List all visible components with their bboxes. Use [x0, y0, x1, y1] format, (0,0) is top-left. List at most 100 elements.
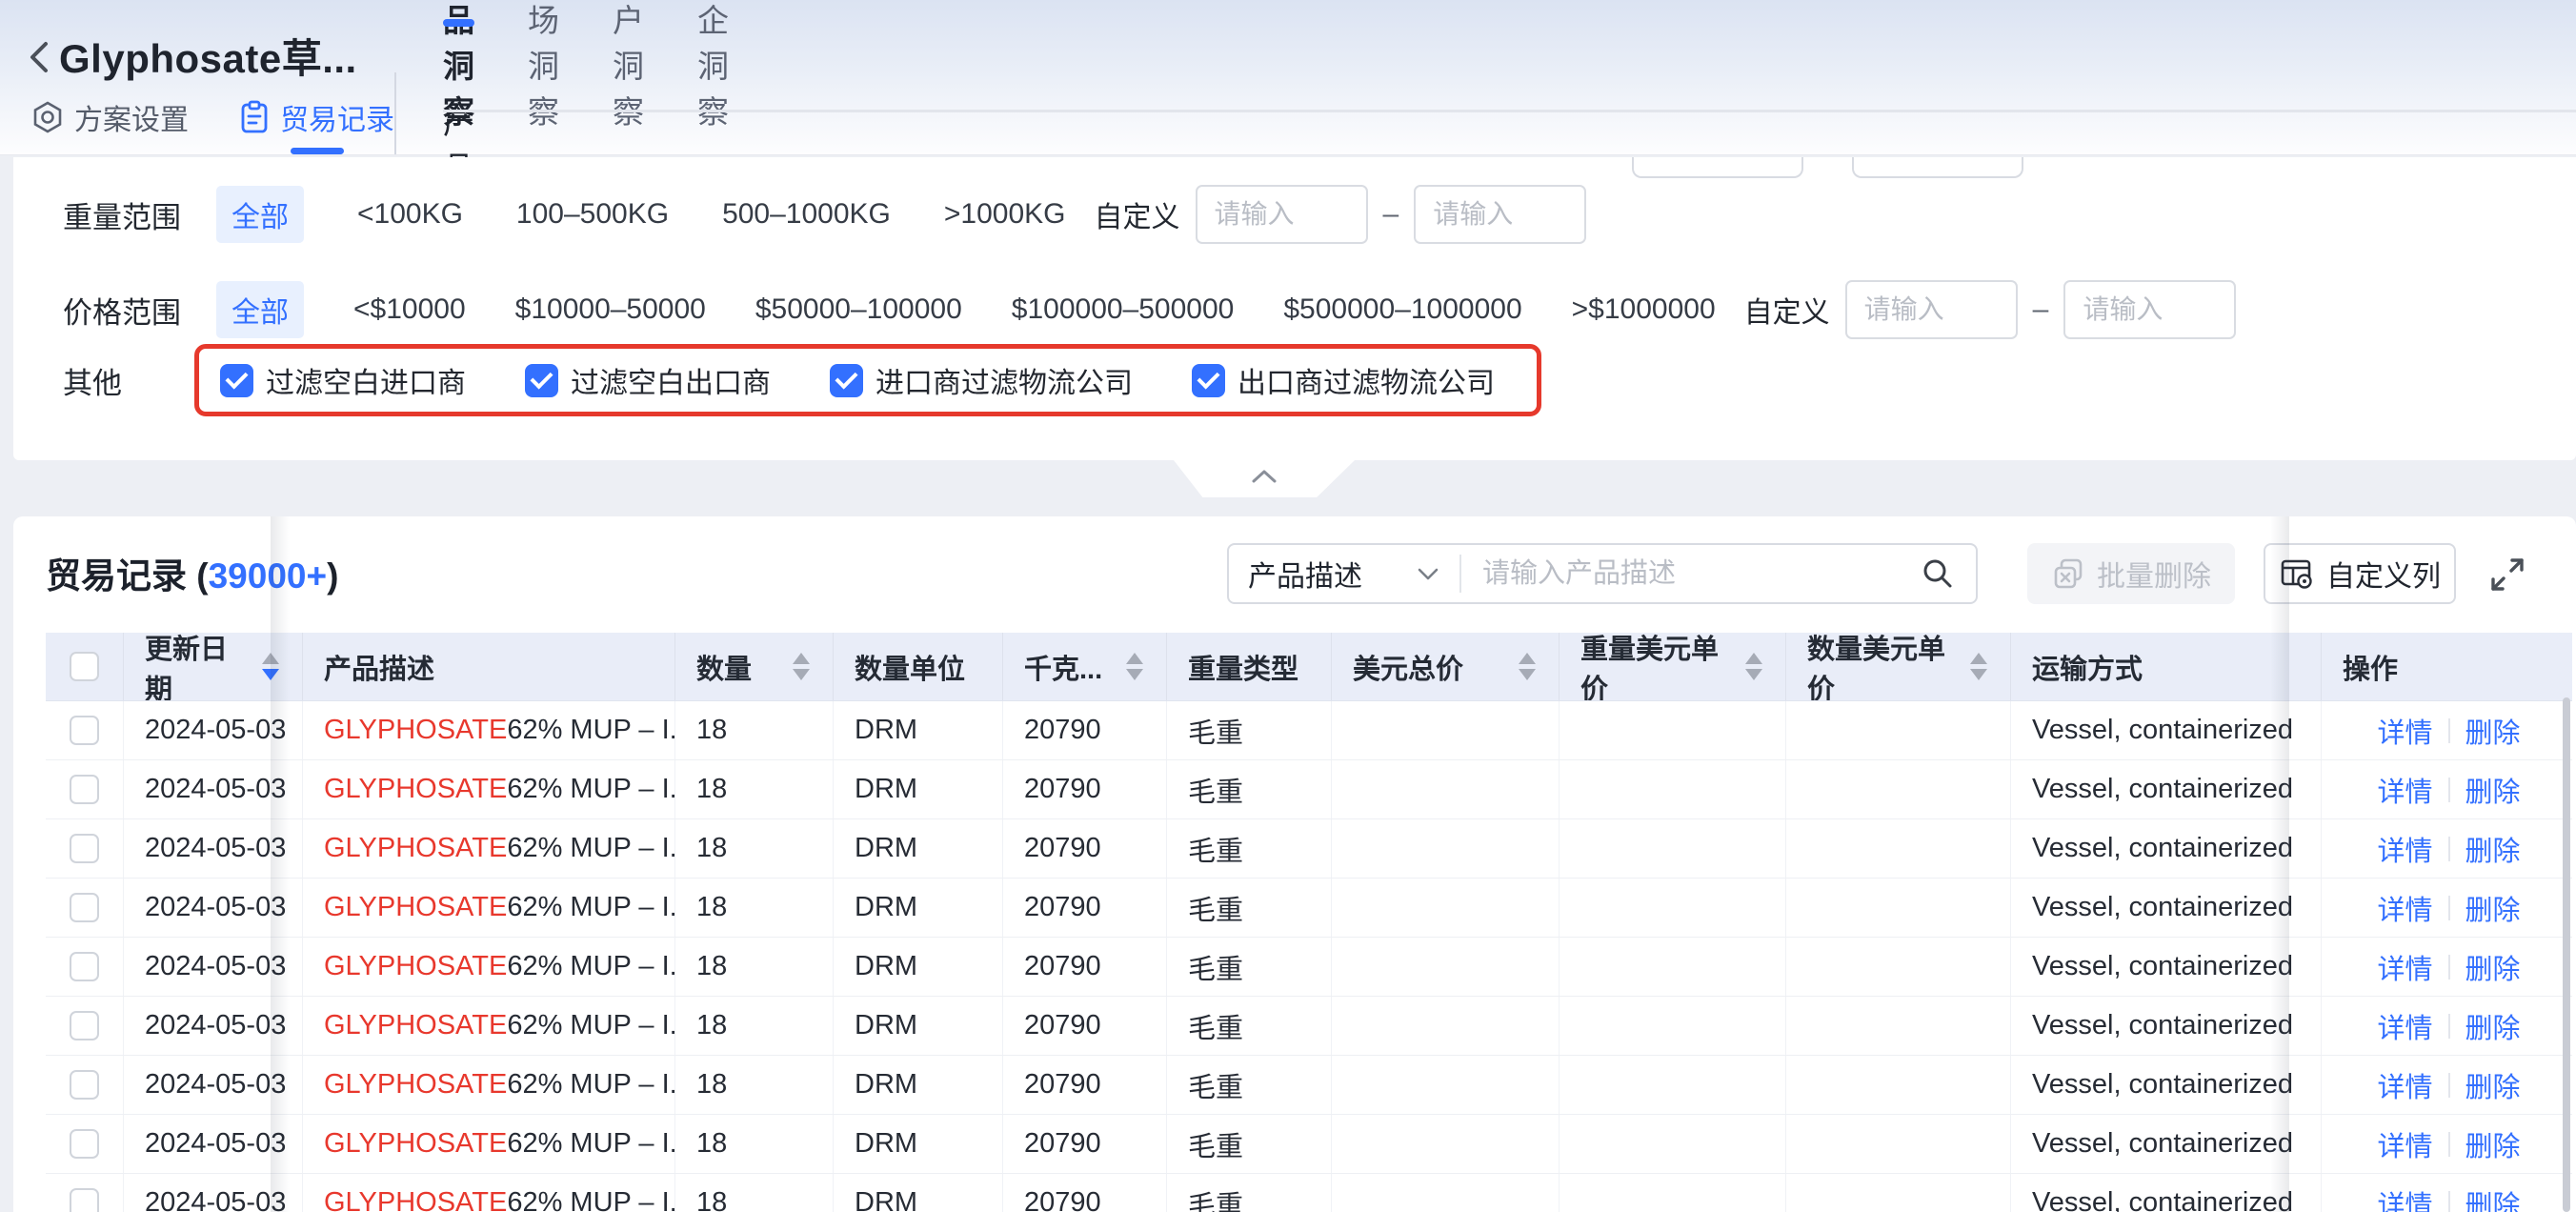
sort-icon[interactable]: [783, 653, 810, 680]
checkbox-checked-icon[interactable]: [525, 364, 558, 397]
price-max-input[interactable]: [2063, 280, 2236, 339]
filter-option[interactable]: >1000KG: [944, 198, 1066, 231]
delete-link[interactable]: 删除: [2465, 888, 2521, 928]
filter-option[interactable]: 100–500KG: [516, 198, 669, 231]
cell-product-description: GLYPHOSATE 62% MUP – I...: [303, 938, 675, 996]
row-checkbox-cell: [46, 1115, 124, 1173]
detail-link[interactable]: 详情: [2377, 1183, 2432, 1212]
search-icon[interactable]: [1921, 556, 1976, 591]
select-all-checkbox[interactable]: [70, 652, 99, 681]
filter-option[interactable]: <100KG: [357, 198, 463, 231]
cell-product-description: GLYPHOSATE 62% MUP – I...: [303, 760, 675, 818]
weight-min-input[interactable]: [1196, 185, 1368, 244]
delete-link[interactable]: 删除: [2465, 1065, 2521, 1105]
row-checkbox[interactable]: [70, 1011, 99, 1040]
cell-usd-price-per-qty: [1786, 879, 2011, 937]
cell-update-date: 2024-05-03: [124, 701, 303, 759]
weight-custom-label[interactable]: 自定义: [1095, 193, 1180, 235]
filter-checkbox-group[interactable]: 过滤空白出口商: [525, 359, 771, 401]
column-header[interactable]: 操作: [2322, 633, 2572, 700]
sort-icon[interactable]: [1736, 653, 1762, 680]
checkbox-checked-icon[interactable]: [220, 364, 253, 397]
detail-link[interactable]: 详情: [2377, 1065, 2432, 1105]
batch-delete-icon: [2051, 556, 2085, 591]
detail-link[interactable]: 详情: [2377, 947, 2432, 987]
cell-usd-price-per-weight: [1560, 997, 1786, 1055]
subtab-scheme-settings[interactable]: 方案设置: [32, 98, 189, 136]
weight-max-input[interactable]: [1414, 185, 1586, 244]
detail-link[interactable]: 详情: [2377, 1006, 2432, 1046]
detail-link[interactable]: 详情: [2377, 888, 2432, 928]
main-tab[interactable]: 市场洞察: [528, 0, 559, 132]
row-checkbox[interactable]: [70, 1188, 99, 1212]
row-checkbox[interactable]: [70, 775, 99, 804]
checkbox-checked-icon[interactable]: [830, 364, 863, 397]
filter-option[interactable]: >$1000000: [1572, 293, 1716, 326]
filter-option[interactable]: 全部: [216, 186, 304, 243]
delete-link[interactable]: 删除: [2465, 829, 2521, 869]
column-header[interactable]: 千克...: [1003, 633, 1167, 700]
filter-option[interactable]: 500–1000KG: [722, 198, 891, 231]
batch-delete-button[interactable]: 批量删除: [2027, 543, 2235, 604]
detail-link[interactable]: 详情: [2377, 770, 2432, 810]
main-tab[interactable]: 客户洞察: [613, 0, 644, 132]
row-checkbox[interactable]: [70, 1129, 99, 1159]
detail-link[interactable]: 详情: [2377, 1124, 2432, 1164]
column-header[interactable]: 产品描述: [303, 633, 675, 700]
cell-transport-mode: Vessel, containerized: [2011, 760, 2322, 818]
search-field-select[interactable]: 产品描述: [1229, 555, 1461, 593]
fullscreen-expand-icon[interactable]: [2487, 555, 2527, 595]
cell-usd-total: [1332, 819, 1560, 878]
row-checkbox[interactable]: [70, 1070, 99, 1100]
delete-link[interactable]: 删除: [2465, 947, 2521, 987]
row-checkbox[interactable]: [70, 834, 99, 863]
filter-checkbox-group[interactable]: 过滤空白进口商: [220, 359, 466, 401]
filter-option[interactable]: <$10000: [353, 293, 466, 326]
column-header[interactable]: 更新日期: [124, 633, 303, 700]
custom-columns-button[interactable]: 自定义列: [2264, 543, 2456, 604]
back-chevron-icon[interactable]: [27, 38, 51, 76]
collapse-panel-tab[interactable]: [1174, 460, 1355, 497]
column-header[interactable]: 数量: [675, 633, 834, 700]
sort-icon[interactable]: [252, 653, 279, 680]
row-checkbox[interactable]: [70, 716, 99, 745]
delete-link[interactable]: 删除: [2465, 1124, 2521, 1164]
sort-icon[interactable]: [1509, 653, 1536, 680]
delete-link[interactable]: 删除: [2465, 1183, 2521, 1212]
column-header[interactable]: 数量美元单价: [1786, 633, 2011, 700]
delete-link[interactable]: 删除: [2465, 1006, 2521, 1046]
column-header[interactable]: 重量美元单价: [1560, 633, 1786, 700]
sort-icon[interactable]: [1961, 653, 1987, 680]
column-header[interactable]: 美元总价: [1332, 633, 1560, 700]
column-header[interactable]: 重量类型: [1167, 633, 1332, 700]
delete-link[interactable]: 删除: [2465, 711, 2521, 751]
detail-link[interactable]: 详情: [2377, 711, 2432, 751]
truncated-control[interactable]: [1852, 157, 2023, 178]
row-checkbox[interactable]: [70, 893, 99, 922]
detail-link[interactable]: 详情: [2377, 829, 2432, 869]
cell-weight-type: 毛重: [1167, 819, 1332, 878]
truncated-control[interactable]: [1632, 157, 1803, 178]
price-min-input[interactable]: [1845, 280, 2018, 339]
sort-icon[interactable]: [1117, 653, 1143, 680]
delete-link[interactable]: 删除: [2465, 770, 2521, 810]
sort-asc-caret: [1745, 653, 1762, 664]
vertical-scrollbar[interactable]: [2563, 697, 2570, 1212]
filter-checkbox-group[interactable]: 出口商过滤物流公司: [1192, 359, 1495, 401]
filter-checkbox-group[interactable]: 进口商过滤物流公司: [830, 359, 1133, 401]
filter-option[interactable]: $100000–500000: [1012, 293, 1235, 326]
subtab-trade-records[interactable]: 贸易记录: [240, 98, 394, 136]
checkbox-checked-icon[interactable]: [1192, 364, 1225, 397]
filter-option[interactable]: $10000–50000: [515, 293, 706, 326]
filter-option[interactable]: $50000–100000: [755, 293, 962, 326]
price-custom-label[interactable]: 自定义: [1744, 289, 1830, 331]
column-header[interactable]: 数量单位: [834, 633, 1003, 700]
filter-option[interactable]: 全部: [216, 281, 304, 338]
search-input[interactable]: [1461, 558, 1921, 590]
cell-transport-mode: Vessel, containerized: [2011, 819, 2322, 878]
product-description-rest: 62% MUP – I...: [507, 715, 675, 746]
column-header[interactable]: 运输方式: [2011, 633, 2322, 700]
main-tab[interactable]: 竞企洞察: [697, 0, 729, 132]
row-checkbox[interactable]: [70, 952, 99, 981]
filter-option[interactable]: $500000–1000000: [1283, 293, 1521, 326]
